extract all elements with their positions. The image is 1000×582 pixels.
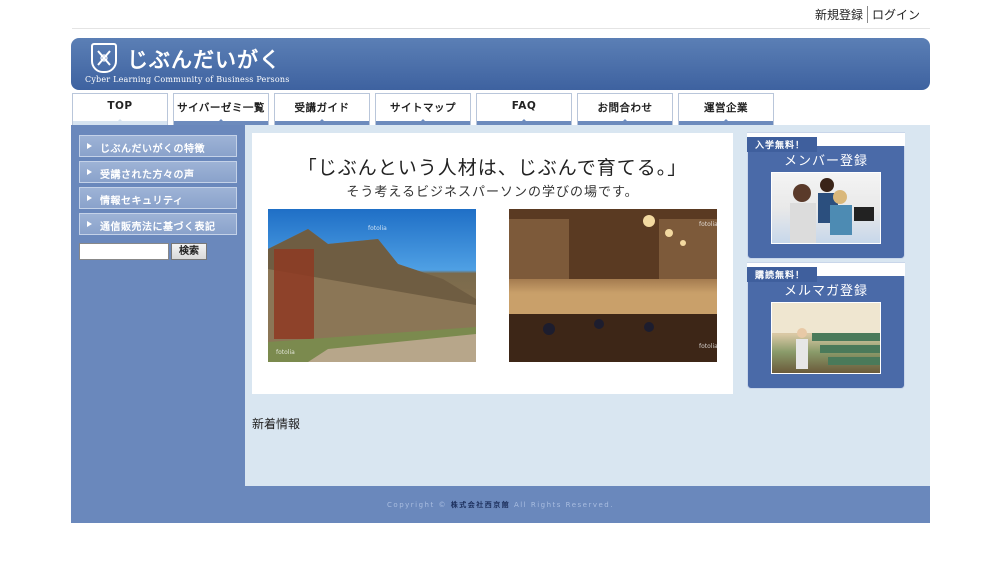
- promo-title: メルマガ登録: [783, 284, 868, 299]
- watermark: fotolia: [699, 343, 717, 350]
- top-links: 新規登録 ログイン: [811, 6, 924, 23]
- copyright-prefix: Copyright ©: [387, 501, 447, 509]
- site-header: じぶんだいがく Cyber Learning Community of Busi…: [71, 38, 930, 90]
- copyright: Copyright © 株式会社西京館 All Rights Reserved.: [71, 500, 930, 510]
- tab-label: お問合わせ: [597, 102, 653, 114]
- tab-top[interactable]: TOP: [72, 93, 168, 125]
- promo-title: メンバー登録: [783, 154, 868, 169]
- register-link[interactable]: 新規登録: [811, 6, 867, 23]
- divider: [72, 28, 930, 29]
- sidebar: じぶんだいがくの特徴 受講された方々の声 情報セキュリティ 通信販売法に基づく表…: [71, 125, 245, 486]
- tab-label: サイバーゼミ一覧: [177, 102, 265, 114]
- tab-contact[interactable]: お問合わせ: [577, 93, 673, 125]
- sidebar-item-legal[interactable]: 通信販売法に基づく表記: [79, 213, 237, 235]
- tab-label: TOP: [107, 100, 133, 112]
- news-heading: 新着情報: [252, 417, 301, 431]
- newsletter-register-banner[interactable]: 購読無料！ メルマガ登録: [747, 262, 905, 389]
- tab-seminar-list[interactable]: サイバーゼミ一覧: [173, 93, 269, 125]
- tab-label: FAQ: [511, 100, 537, 112]
- promo-tag: 購読無料！: [747, 262, 905, 282]
- watermark: fotolia: [276, 349, 295, 356]
- watermark: fotolia: [699, 221, 717, 228]
- footer: Copyright © 株式会社西京館 All Rights Reserved.: [71, 486, 930, 523]
- main-nav: TOP サイバーゼミ一覧 受講ガイド サイトマップ FAQ お問合わせ 運営企業: [72, 93, 779, 125]
- tab-guide[interactable]: 受講ガイド: [274, 93, 370, 125]
- company-link[interactable]: 株式会社西京館: [451, 501, 511, 509]
- tab-label: 受講ガイド: [294, 102, 350, 114]
- sidebar-item-testimonials[interactable]: 受講された方々の声: [79, 161, 237, 183]
- library-photo: fotolia fotolia: [509, 209, 717, 362]
- tab-faq[interactable]: FAQ: [476, 93, 572, 125]
- campus-photo: fotolia fotolia: [268, 209, 476, 362]
- crest-icon[interactable]: [91, 43, 117, 73]
- hero-headline: 「じぶんという人材は、じぶんで育てる。」: [297, 157, 688, 179]
- search-input[interactable]: [79, 243, 169, 260]
- main-content: 「じぶんという人材は、じぶんで育てる。」 そう考えるビジネスパーソンの学びの場で…: [245, 125, 930, 486]
- tab-label: 運営企業: [704, 102, 748, 114]
- copyright-suffix: All Rights Reserved.: [513, 501, 614, 509]
- watermark: fotolia: [368, 225, 387, 232]
- hero-banner: 「じぶんという人材は、じぶんで育てる。」 そう考えるビジネスパーソンの学びの場で…: [252, 133, 733, 394]
- tab-label: サイトマップ: [390, 102, 456, 114]
- member-register-banner[interactable]: 入学無料！ メンバー登録: [747, 132, 905, 259]
- tab-company[interactable]: 運営企業: [678, 93, 774, 125]
- search-button[interactable]: 検索: [171, 243, 207, 260]
- sidebar-item-features[interactable]: じぶんだいがくの特徴: [79, 135, 237, 157]
- login-link[interactable]: ログイン: [866, 6, 924, 23]
- sidebar-item-security[interactable]: 情報セキュリティ: [79, 187, 237, 209]
- site-title[interactable]: じぶんだいがく: [127, 44, 281, 74]
- tab-sitemap[interactable]: サイトマップ: [375, 93, 471, 125]
- site-subtitle: Cyber Learning Community of Business Per…: [85, 75, 290, 84]
- lecture-photo: [771, 302, 881, 374]
- hero-subheadline: そう考えるビジネスパーソンの学びの場です。: [346, 185, 639, 200]
- students-photo: [771, 172, 881, 244]
- promo-tag: 入学無料！: [747, 132, 905, 152]
